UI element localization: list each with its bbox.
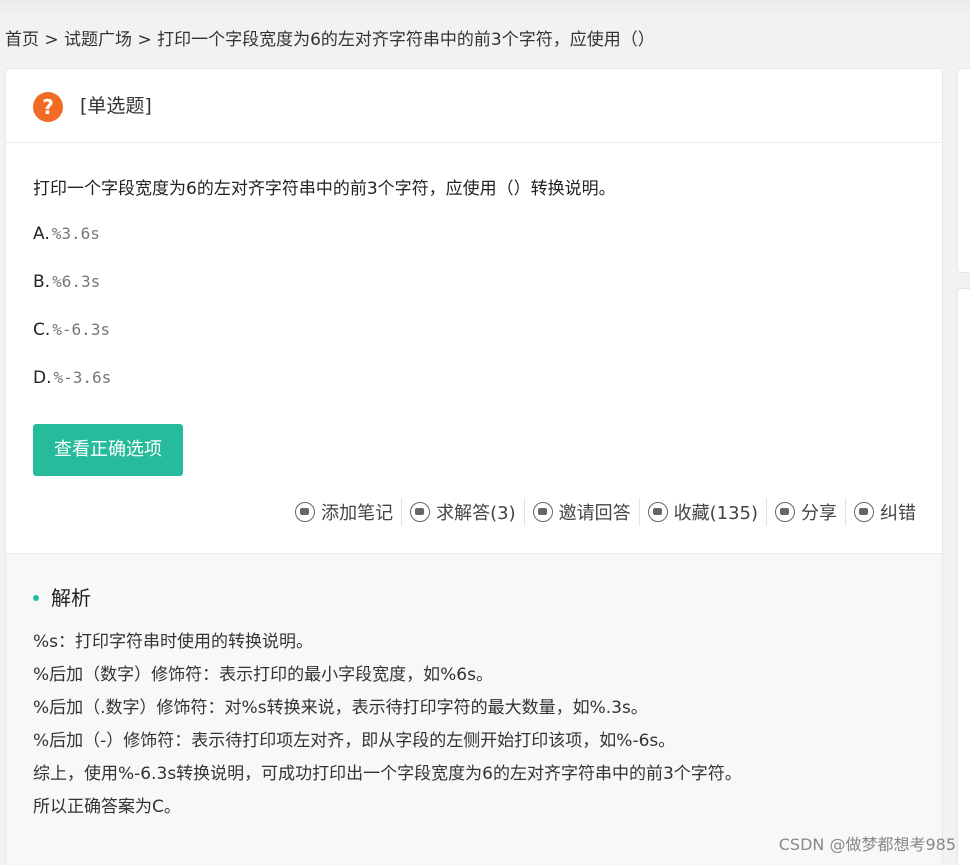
option-letter: C. [33,320,51,340]
option-code: %-6.3s [52,320,111,339]
right-sidebar-panel [957,68,970,273]
invite-answer-button[interactable]: 邀请回答 [523,498,639,526]
option-a[interactable]: A. %3.6s [33,222,100,246]
analysis-section: 解析 %s：打印字符串时使用的转换说明。 %后加（数字）修饰符：表示打印的最小字… [6,553,942,865]
question-card: ? [单选题] 打印一个字段宽度为6的左对齐字符串中的前3个字符，应使用（）转换… [5,68,943,865]
action-label: 邀请回答 [558,503,631,524]
option-letter: A. [33,224,50,244]
option-d[interactable]: D. %-3.6s [33,366,111,390]
pencil-icon [854,502,874,522]
question-header: ? [单选题] [6,69,942,143]
share-icon [775,502,795,522]
megaphone-icon [532,502,553,522]
ask-answer-button[interactable]: 求解答(3) [401,498,524,526]
action-label: 收藏(135) [673,503,758,524]
action-label: 分享 [801,503,837,524]
breadcrumb[interactable]: 首页 > 试题广场 > 打印一个字段宽度为6的左对齐字符串中的前3个字符，应使用… [5,28,655,52]
heart-icon [647,502,668,522]
option-letter: D. [33,368,52,388]
right-sidebar-panel [957,288,970,865]
show-correct-answer-button[interactable]: 查看正确选项 [33,424,183,476]
option-c[interactable]: C. %-6.3s [33,318,110,342]
add-note-button[interactable]: 添加笔记 [295,498,401,526]
analysis-title: 解析 [33,584,91,612]
analysis-line: 综上，使用%-6.3s转换说明，可成功打印出一个字段宽度为6的左对齐字符串中的前… [33,764,742,784]
favorite-button[interactable]: 收藏(135) [638,498,766,526]
analysis-line: %后加（.数字）修饰符：对%s转换来说，表示待打印字符的最大数量，如%.3s。 [33,698,648,718]
option-code: %3.6s [51,224,100,243]
analysis-line: %s：打印字符串时使用的转换说明。 [33,632,314,652]
question-actions: 添加笔记 求解答(3) 邀请回答 收藏(135) 分享 纠错 [295,498,916,526]
watermark: CSDN @做梦都想考985 [778,835,956,854]
option-code: %6.3s [52,272,101,291]
action-label: 纠错 [880,503,916,524]
analysis-line: %后加（数字）修饰符：表示打印的最小字段宽度，如%6s。 [33,665,493,685]
share-button[interactable]: 分享 [766,498,845,526]
action-label: 添加笔记 [321,503,394,524]
chat-bubble-icon [410,502,431,522]
action-label: 求解答(3) [436,503,516,524]
question-circle-icon: ? [33,92,63,122]
option-letter: B. [33,272,51,292]
question-text: 打印一个字段宽度为6的左对齐字符串中的前3个字符，应使用（）转换说明。 [33,179,616,199]
report-error-button[interactable]: 纠错 [845,498,916,526]
analysis-line: 所以正确答案为C。 [33,797,181,817]
analysis-body: %s：打印字符串时使用的转换说明。 %后加（数字）修饰符：表示打印的最小字段宽度… [33,626,742,824]
option-code: %-3.6s [53,368,112,387]
analysis-line: %后加（-）修饰符：表示待打印项左对齐，即从字段的左侧开始打印该项，如%-6s。 [33,731,676,751]
book-icon [295,502,316,522]
analysis-title-text: 解析 [51,586,91,610]
top-bar [0,0,970,18]
bullet-dot-icon [33,595,39,601]
option-b[interactable]: B. %6.3s [33,270,100,294]
question-type-label: [单选题] [80,95,152,117]
